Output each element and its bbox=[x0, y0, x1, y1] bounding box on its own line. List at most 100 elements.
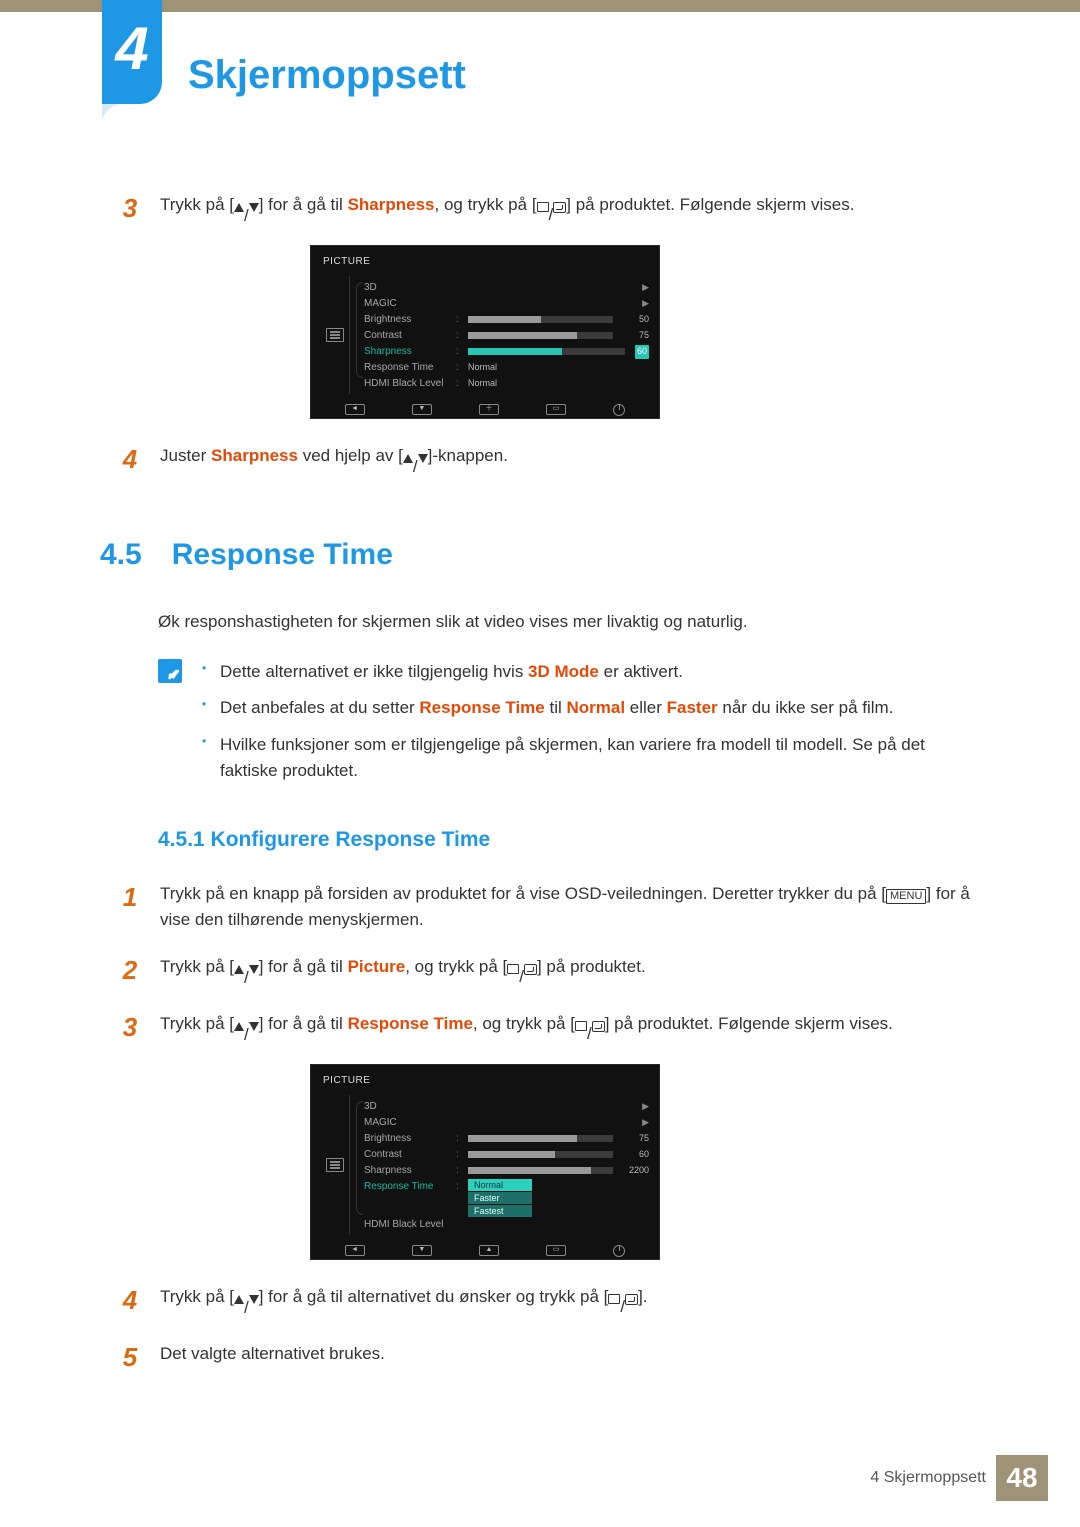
step-row: 3 Trykk på [/] for å gå til Sharpness, o… bbox=[100, 188, 980, 229]
step-number: 3 bbox=[100, 188, 160, 229]
osd-slider bbox=[468, 1167, 613, 1174]
osd-list: 3D▶MAGIC▶Brightness:50Contrast:75Sharpne… bbox=[349, 276, 649, 394]
step-row: 3 Trykk på [/] for å gå til Response Tim… bbox=[100, 1007, 980, 1048]
chevron-right-icon: ▶ bbox=[641, 1116, 649, 1130]
t: til bbox=[545, 698, 567, 717]
step-number: 5 bbox=[100, 1337, 160, 1377]
step-text: Det valgte alternativet brukes. bbox=[160, 1337, 980, 1377]
osd-footer: ◄ ▼ ＋ ▭ bbox=[321, 400, 649, 416]
t: er aktivert. bbox=[599, 662, 683, 681]
keyword: Sharpness bbox=[211, 446, 298, 465]
osd-btn-left-icon: ◄ bbox=[345, 1245, 365, 1256]
select-return-icon: / bbox=[537, 202, 567, 228]
t: ved hjelp av [ bbox=[298, 446, 403, 465]
t: , og trykk på [ bbox=[473, 1014, 575, 1033]
osd-row: Sharpness:60 bbox=[364, 344, 649, 360]
osd-value: 50 bbox=[623, 313, 649, 327]
osd-btn-plus-icon: ＋ bbox=[479, 404, 499, 415]
osd-slider bbox=[468, 1151, 613, 1158]
osd-row-label: Brightness bbox=[364, 312, 450, 328]
osd-header: PICTURE bbox=[321, 252, 649, 276]
osd-footer: ◄ ▼ ▲ ▭ bbox=[321, 1241, 649, 1257]
osd-value: 75 bbox=[623, 329, 649, 343]
t: ] på produktet. Følgende skjerm vises. bbox=[605, 1014, 893, 1033]
osd-option-list: NormalFasterFastest bbox=[468, 1179, 532, 1217]
osd-option: Faster bbox=[468, 1192, 532, 1204]
select-return-icon: / bbox=[507, 964, 537, 990]
section-number: 4.5 bbox=[100, 532, 142, 579]
t: Trykk på [ bbox=[160, 195, 234, 214]
subsection-heading: 4.5.1 Konfigurere Response Time bbox=[158, 824, 980, 857]
osd-row-label: MAGIC bbox=[364, 1115, 450, 1131]
keyword: Picture bbox=[348, 957, 406, 976]
t: eller bbox=[625, 698, 667, 717]
chevron-right-icon: ▶ bbox=[641, 281, 649, 295]
osd-side-icon bbox=[321, 1095, 349, 1235]
step-row: 4 Trykk på [/] for å gå til alternativet… bbox=[100, 1280, 980, 1321]
note-item: Det anbefales at du setter Response Time… bbox=[200, 695, 980, 721]
osd-list: 3D▶MAGIC▶Brightness:75Contrast:60Sharpne… bbox=[349, 1095, 649, 1235]
t: ] på produktet. Følgende skjerm vises. bbox=[566, 195, 854, 214]
osd-row-label: Contrast bbox=[364, 1147, 450, 1163]
osd-side-icon bbox=[321, 276, 349, 394]
t: når du ikke ser på film. bbox=[718, 698, 894, 717]
osd-btn-up-icon: ▲ bbox=[479, 1245, 499, 1256]
t: Dette alternativet er ikke tilgjengelig … bbox=[220, 662, 528, 681]
t: Trykk på [ bbox=[160, 1014, 234, 1033]
step-text: Juster Sharpness ved hjelp av [/]-knappe… bbox=[160, 439, 980, 480]
osd-row: Sharpness:2200 bbox=[364, 1163, 649, 1179]
note-icon bbox=[158, 659, 182, 683]
osd-row-label: 3D bbox=[364, 280, 450, 296]
t: ] for å gå til bbox=[259, 1014, 348, 1033]
section-title: Response Time bbox=[172, 532, 393, 579]
section-intro: Øk responshastigheten for skjermen slik … bbox=[158, 609, 980, 635]
t: , og trykk på [ bbox=[405, 957, 507, 976]
chapter-tab-corner bbox=[102, 104, 124, 126]
osd-row: 3D▶ bbox=[364, 1099, 649, 1115]
osd-row: HDMI Black Level bbox=[364, 1217, 649, 1233]
osd-row-label: Sharpness bbox=[364, 1163, 450, 1179]
step-text: Trykk på en knapp på forsiden av produkt… bbox=[160, 877, 980, 934]
osd-btn-power-icon bbox=[613, 1245, 625, 1257]
osd-row: HDMI Black Level:Normal bbox=[364, 376, 649, 392]
osd-value: Normal bbox=[468, 361, 649, 375]
t: Det anbefales at du setter bbox=[220, 698, 419, 717]
osd-panel: PICTURE 3D▶MAGIC▶Brightness:50Contrast:7… bbox=[310, 245, 660, 419]
t: ]. bbox=[638, 1287, 647, 1306]
step-number: 1 bbox=[100, 877, 160, 934]
select-return-icon: / bbox=[608, 1294, 638, 1320]
osd-row-label: Contrast bbox=[364, 328, 450, 344]
osd-row: MAGIC ▶ bbox=[364, 1115, 649, 1131]
osd-btn-down-icon: ▼ bbox=[412, 1245, 432, 1256]
osd-slider bbox=[468, 348, 625, 355]
chapter-tab: 4 bbox=[102, 0, 162, 104]
t: Trykk på en knapp på forsiden av produkt… bbox=[160, 884, 886, 903]
osd-row: MAGIC▶ bbox=[364, 296, 649, 312]
osd-btn-left-icon: ◄ bbox=[345, 404, 365, 415]
osd-slider bbox=[468, 316, 613, 323]
osd-slider bbox=[468, 332, 613, 339]
keyword: Normal bbox=[566, 698, 625, 717]
step-row: 2 Trykk på [/] for å gå til Picture, og … bbox=[100, 950, 980, 991]
step-row: 5 Det valgte alternativet brukes. bbox=[100, 1337, 980, 1377]
osd-option: Fastest bbox=[468, 1205, 532, 1217]
osd-row: 3D ▶ bbox=[364, 280, 649, 296]
keyword: Response Time bbox=[348, 1014, 473, 1033]
up-down-icon: / bbox=[234, 965, 259, 991]
osd-row: Response Time:NormalFasterFastest bbox=[364, 1179, 649, 1217]
keyword: Faster bbox=[667, 698, 718, 717]
note-list: Dette alternativet er ikke tilgjengelig … bbox=[200, 659, 980, 794]
osd-panel: PICTURE 3D▶MAGIC▶Brightness:75Contrast:6… bbox=[310, 1064, 660, 1260]
osd-row: Brightness:50 bbox=[364, 312, 649, 328]
t: Trykk på [ bbox=[160, 957, 234, 976]
page-number: 48 bbox=[996, 1455, 1048, 1501]
step-text: Trykk på [/] for å gå til Response Time,… bbox=[160, 1007, 980, 1048]
up-down-icon: / bbox=[403, 454, 428, 480]
t: Trykk på [ bbox=[160, 1287, 234, 1306]
t: ] for å gå til bbox=[259, 195, 348, 214]
osd-row: Contrast:60 bbox=[364, 1147, 649, 1163]
osd-value: 60 bbox=[635, 345, 649, 359]
up-down-icon: / bbox=[234, 1022, 259, 1048]
up-down-icon: / bbox=[234, 1295, 259, 1321]
step-number: 4 bbox=[100, 439, 160, 480]
